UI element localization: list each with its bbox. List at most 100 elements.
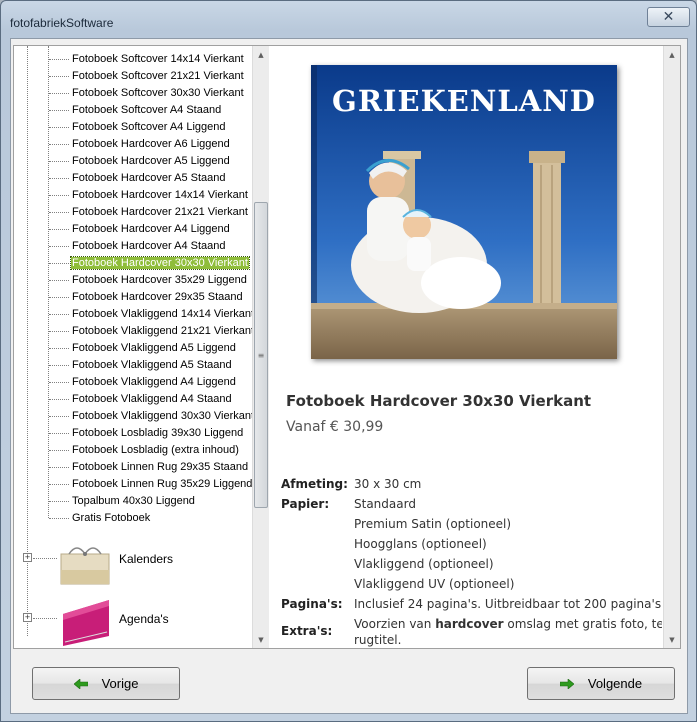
tree-item[interactable]: Fotoboek Hardcover 29x35 Staand (49, 289, 244, 305)
cover-title: GRIEKENLAND (332, 84, 596, 118)
window-title: fotofabriekSoftware (10, 16, 114, 30)
tree-item[interactable]: Fotoboek Hardcover A6 Liggend (49, 136, 231, 152)
app-window: fotofabriekSoftware ✕ + Kalenders + Agen… (0, 0, 697, 722)
tree-item[interactable]: Fotoboek Vlakliggend A5 Liggend (49, 340, 237, 356)
tree-item-label: Fotoboek Hardcover 35x29 Liggend (72, 274, 247, 286)
tree-item-label: Fotoboek Vlakliggend A4 Liggend (72, 376, 236, 388)
previous-button[interactable]: Vorige (32, 667, 180, 700)
tree-item-label: Fotoboek Vlakliggend A5 Staand (72, 359, 232, 371)
tree-item[interactable]: Fotoboek Losbladig 39x30 Liggend (49, 425, 244, 441)
tree-item[interactable]: Topalbum 40x30 Liggend (49, 493, 196, 509)
tree-item-label: Fotoboek Hardcover 30x30 Vierkant (70, 256, 250, 270)
tree-item-label: Fotoboek Hardcover 29x35 Staand (72, 291, 243, 303)
scroll-up-icon[interactable]: ▲ (253, 46, 269, 63)
spec-papier-option: Standaard (354, 497, 416, 511)
spec-paginas-value: Inclusief 24 pagina's. Uitbreidbaar tot … (354, 597, 662, 611)
product-detail: GRIEKENLAND Fotoboek Hardcover 30x30 Vie… (270, 46, 662, 648)
tree-item[interactable]: Fotoboek Softcover 14x14 Vierkant (49, 51, 245, 67)
tree-item[interactable]: Fotoboek Hardcover A5 Liggend (49, 153, 231, 169)
spec-paginas-label: Pagina's: (281, 597, 343, 611)
tree-item-label: Fotoboek Vlakliggend A4 Staand (72, 393, 232, 405)
close-icon: ✕ (662, 9, 675, 25)
tree-item-label: Fotoboek Softcover A4 Staand (72, 104, 222, 116)
product-price: Vanaf € 30,99 (286, 419, 384, 435)
next-button[interactable]: Volgende (527, 667, 675, 700)
product-tree: + Kalenders + Agenda's Fotoboek Softcove… (14, 46, 252, 648)
tree-item[interactable]: Fotoboek Linnen Rug 35x29 Liggend (49, 476, 252, 492)
tree-item[interactable]: Fotoboek Hardcover A4 Liggend (49, 221, 231, 237)
tree-item-label: Fotoboek Softcover A4 Liggend (72, 121, 226, 133)
tree-item-label: Fotoboek Softcover 14x14 Vierkant (72, 53, 244, 65)
agenda-thumbnail-icon (63, 600, 109, 646)
tree-item-label: Fotoboek Vlakliggend 30x30 Vierkant (72, 410, 252, 422)
tree-item-label: Fotoboek Losbladig 39x30 Liggend (72, 427, 244, 439)
product-cover-image: GRIEKENLAND (311, 65, 617, 359)
tree-item[interactable]: Fotoboek Vlakliggend A4 Liggend (49, 374, 237, 390)
next-button-label: Volgende (587, 676, 643, 691)
button-bar: Vorige Volgende (11, 653, 687, 713)
tree-item[interactable]: Fotoboek Vlakliggend A4 Staand (49, 391, 233, 407)
content-frame: + Kalenders + Agenda's Fotoboek Softcove… (13, 45, 681, 649)
tree-item-label: Fotoboek Hardcover A5 Staand (72, 172, 226, 184)
category-label-kalenders: Kalenders (119, 552, 174, 566)
tree-item[interactable]: Fotoboek Hardcover 21x21 Vierkant (49, 204, 249, 220)
tree-scroll-thumb[interactable]: ≡ (254, 202, 268, 508)
arrow-right-icon (559, 678, 574, 689)
spec-extras-label: Extra's: (281, 624, 333, 638)
tree-scrollbar[interactable]: ▲ ≡ ▼ (252, 46, 269, 648)
tree-item[interactable]: Fotoboek Vlakliggend 30x30 Vierkant (49, 408, 252, 424)
previous-button-label: Vorige (101, 676, 139, 691)
tree-item[interactable]: Fotoboek Hardcover 14x14 Vierkant (49, 187, 249, 203)
expand-agendas-icon[interactable]: + (23, 613, 32, 622)
spec-papier-option: Hoogglans (optioneel) (354, 537, 487, 551)
tree-item[interactable]: Fotoboek Linnen Rug 29x35 Staand (49, 459, 249, 475)
tree-item[interactable]: Fotoboek Softcover A4 Liggend (49, 119, 227, 135)
category-label-agendas: Agenda's (119, 612, 169, 626)
tree-item-label: Fotoboek Hardcover A4 Liggend (72, 223, 230, 235)
tree-item-label: Fotoboek Hardcover A4 Staand (72, 240, 226, 252)
detail-scrollbar[interactable]: ▲ ▼ (663, 46, 680, 648)
tree-item-label: Fotoboek Linnen Rug 35x29 Liggend (72, 478, 252, 490)
tree-item[interactable]: Fotoboek Vlakliggend A5 Staand (49, 357, 233, 373)
tree-item[interactable]: Fotoboek Vlakliggend 14x14 Vierkant (49, 306, 252, 322)
scroll-up-icon[interactable]: ▲ (664, 46, 680, 63)
tree-item[interactable]: Fotoboek Softcover 30x30 Vierkant (49, 85, 245, 101)
title-bar: fotofabriekSoftware ✕ (1, 1, 696, 37)
tree-item[interactable]: Fotoboek Hardcover 35x29 Liggend (49, 272, 248, 288)
scroll-down-icon[interactable]: ▼ (664, 631, 680, 648)
spec-papier-option: Premium Satin (optioneel) (354, 517, 512, 531)
tree-item[interactable]: Fotoboek Hardcover A5 Staand (49, 170, 226, 186)
tree-item[interactable]: Fotoboek Softcover 21x21 Vierkant (49, 68, 245, 84)
tree-item[interactable]: Fotoboek Hardcover A4 Staand (49, 238, 226, 254)
spec-papier-option: Vlakliggend UV (optioneel) (354, 577, 515, 591)
tree-item[interactable]: Fotoboek Losbladig (extra inhoud) (49, 442, 240, 458)
tree-item[interactable]: Gratis Fotoboek (49, 510, 151, 526)
tree-item-label: Fotoboek Softcover 30x30 Vierkant (72, 87, 244, 99)
tree-item-label: Fotoboek Vlakliggend A5 Liggend (72, 342, 236, 354)
tree-item-label: Fotoboek Vlakliggend 21x21 Vierkant (72, 325, 252, 337)
tree-item-label: Fotoboek Hardcover A6 Liggend (72, 138, 230, 150)
dialog-client: + Kalenders + Agenda's Fotoboek Softcove… (10, 38, 688, 714)
tree-item-label: Topalbum 40x30 Liggend (72, 495, 195, 507)
tree-item[interactable]: Fotoboek Hardcover 30x30 Vierkant (49, 255, 250, 271)
spec-extras-line2: rugtitel. (354, 633, 402, 647)
tree-item[interactable]: Fotoboek Vlakliggend 21x21 Vierkant (49, 323, 252, 339)
expand-kalenders-icon[interactable]: + (23, 553, 32, 562)
scroll-down-icon[interactable]: ▼ (253, 631, 269, 648)
tree-item-label: Fotoboek Hardcover A5 Liggend (72, 155, 230, 167)
close-button[interactable]: ✕ (647, 7, 690, 27)
tree-item[interactable]: Fotoboek Softcover A4 Staand (49, 102, 222, 118)
arrow-left-icon (73, 678, 88, 689)
spec-afmeting-value: 30 x 30 cm (354, 477, 422, 491)
spec-papier-option: Vlakliggend (optioneel) (354, 557, 494, 571)
product-title: Fotoboek Hardcover 30x30 Vierkant (286, 392, 592, 410)
spec-extras-value: Voorzien van hardcover omslag met gratis… (354, 617, 662, 631)
tree-line-root (27, 46, 28, 636)
spec-papier-label: Papier: (281, 497, 330, 511)
tree-item-label: Gratis Fotoboek (72, 512, 151, 524)
tree-item-label: Fotoboek Hardcover 21x21 Vierkant (72, 206, 248, 218)
calendar-thumbnail-icon (60, 547, 110, 585)
tree-item-label: Fotoboek Softcover 21x21 Vierkant (72, 70, 244, 82)
tree-item-label: Fotoboek Hardcover 14x14 Vierkant (72, 189, 248, 201)
tree-item-label: Fotoboek Linnen Rug 29x35 Staand (72, 461, 249, 473)
